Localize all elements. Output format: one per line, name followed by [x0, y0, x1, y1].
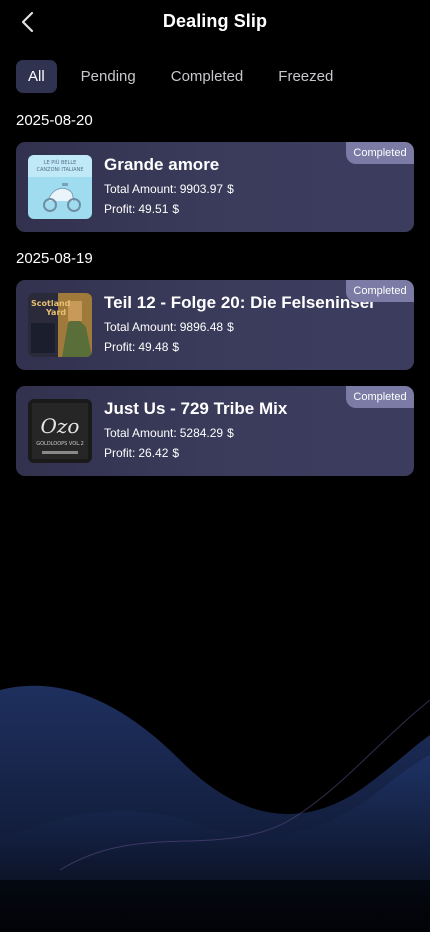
order-card[interactable]: Ozo GOLDLOOPS VOL.2 Just Us - 729 Tribe … [16, 386, 414, 476]
date-heading: 2025-08-20 [16, 112, 93, 129]
order-card[interactable]: Scotland Yard Teil 12 - Folge 20: Die Fe… [16, 280, 414, 370]
tab-all[interactable]: All [16, 60, 57, 93]
currency-symbol: $ [227, 426, 234, 440]
profit-row: Profit: 49.51 $ [104, 202, 179, 216]
tab-freezed[interactable]: Freezed [267, 60, 344, 93]
album-cover-image: Scotland Yard [28, 293, 92, 357]
status-badge: Completed [346, 386, 414, 408]
total-amount-row: Total Amount: 5284.29 $ [104, 426, 234, 440]
profit-value: 49.48 [138, 340, 169, 354]
total-amount-row: Total Amount: 9903.97 $ [104, 182, 234, 196]
currency-symbol: $ [227, 182, 234, 196]
profit-label: Profit: [104, 446, 136, 460]
header-bar: Dealing Slip [0, 0, 430, 44]
profit-label: Profit: [104, 202, 136, 216]
svg-text:Yard: Yard [45, 308, 66, 317]
profit-row: Profit: 49.48 $ [104, 340, 179, 354]
total-amount-value: 9896.48 [179, 320, 224, 334]
svg-text:Ozo: Ozo [41, 414, 80, 438]
total-amount-row: Total Amount: 9896.48 $ [104, 320, 234, 334]
status-tabs: All Pending Completed Freezed [16, 60, 357, 93]
svg-text:GOLDLOOPS VOL.2: GOLDLOOPS VOL.2 [36, 441, 84, 447]
currency-symbol: $ [227, 320, 234, 334]
total-amount-label: Total Amount: [104, 320, 177, 334]
profit-value: 49.51 [138, 202, 169, 216]
svg-text:LE PIÙ BELLE: LE PIÙ BELLE [44, 159, 77, 166]
svg-text:Scotland: Scotland [31, 299, 71, 308]
date-heading: 2025-08-19 [16, 250, 93, 267]
svg-text:CANZONI ITALIANE: CANZONI ITALIANE [37, 167, 84, 173]
album-cover-image: LE PIÙ BELLE CANZONI ITALIANE [28, 155, 92, 219]
profit-label: Profit: [104, 340, 136, 354]
total-amount-value: 5284.29 [179, 426, 224, 440]
order-card[interactable]: LE PIÙ BELLE CANZONI ITALIANE Grande amo… [16, 142, 414, 232]
currency-symbol: $ [172, 340, 180, 354]
currency-symbol: $ [172, 446, 180, 460]
tab-pending[interactable]: Pending [70, 60, 147, 93]
total-amount-label: Total Amount: [104, 182, 177, 196]
album-cover-image: Ozo GOLDLOOPS VOL.2 [28, 399, 92, 463]
profit-value: 26.42 [138, 446, 169, 460]
currency-symbol: $ [172, 202, 180, 216]
page-title: Dealing Slip [162, 11, 268, 31]
tab-completed[interactable]: Completed [160, 60, 255, 93]
status-badge: Completed [346, 280, 414, 302]
order-list: 2025-08-20 LE PIÙ BELLE CANZONI ITALIANE… [0, 100, 430, 476]
total-amount-label: Total Amount: [104, 426, 177, 440]
total-amount-value: 9903.97 [179, 182, 224, 196]
profit-row: Profit: 26.42 $ [104, 446, 179, 460]
status-badge: Completed [346, 142, 414, 164]
